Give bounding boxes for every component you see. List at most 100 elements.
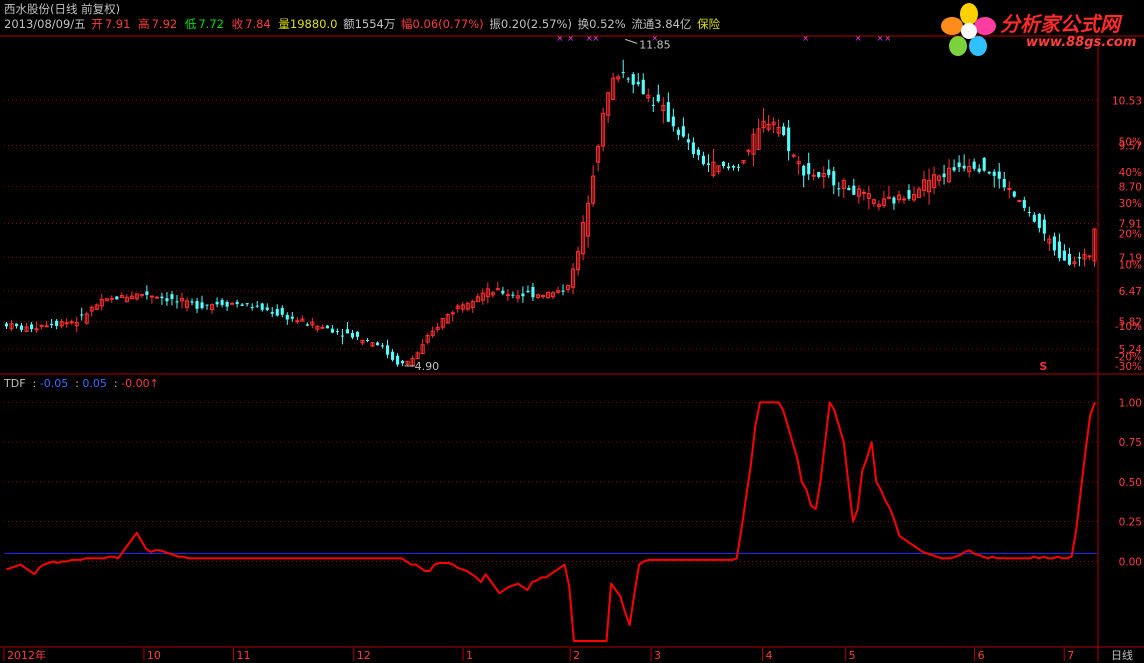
candle-body (4, 323, 9, 327)
candle-body (957, 162, 961, 168)
candle-body (561, 290, 565, 292)
candle-body (1062, 250, 1066, 261)
candle-body (240, 304, 244, 306)
candle-body (982, 157, 986, 171)
flower-icon (941, 3, 996, 56)
candle-body (235, 301, 239, 305)
indicator-value-3: -0.00 (121, 377, 150, 390)
candle-body (255, 305, 259, 307)
candle-body (1037, 214, 1041, 228)
price-tick-label: 10.53 (1112, 95, 1142, 107)
date-axis: 2012年 10 11 12 1 2 3 4 5 6 7 (3, 648, 1074, 661)
candle-body (997, 171, 1001, 179)
logo-url: www.88gs.com (1026, 35, 1137, 50)
percent-tick-label: 10% (1119, 259, 1142, 271)
candle-body (391, 351, 395, 360)
candle-body (837, 188, 841, 190)
candle-body (736, 166, 741, 168)
candle-body (330, 328, 334, 333)
candle-body (681, 126, 685, 137)
chart-stage: 10.539.578.707.917.196.475.825.2450%40%3… (0, 34, 1144, 661)
candle-body (671, 116, 675, 127)
candle-body (44, 325, 49, 328)
candle-body (817, 171, 821, 177)
close-value: 7.84 (245, 17, 271, 31)
percent-tick-label: 30% (1119, 198, 1142, 210)
candle-body (290, 316, 294, 319)
percent-tick-label: -10% (1115, 321, 1142, 333)
candle-body (942, 173, 946, 178)
candle-body (1087, 255, 1092, 258)
candle-body (80, 314, 84, 316)
candle-body (631, 74, 635, 85)
candle-body (285, 314, 289, 320)
site-logo[interactable]: 分析家公式网 www.88gs.com (940, 2, 1144, 58)
candle-body (907, 190, 911, 199)
candle-body (962, 165, 966, 169)
percent-tick-label: 40% (1119, 167, 1142, 179)
candle-body (511, 294, 515, 296)
candle-body (1002, 178, 1006, 188)
candle-body (987, 171, 991, 174)
candle-body (1012, 191, 1016, 197)
candle-body (892, 197, 896, 204)
date-tick-label: 10 (147, 649, 161, 661)
price-tick-label: 6.47 (1119, 286, 1142, 298)
candle-body (621, 72, 625, 74)
candle-body (115, 296, 119, 300)
indicator-value-2: 0.05 (82, 377, 107, 390)
candle-body (706, 163, 710, 166)
candle-body (139, 293, 144, 296)
candle-body (325, 325, 329, 329)
candle-body (861, 191, 866, 194)
candle-body (1077, 257, 1082, 259)
logo-text: 分析家公式网 (1000, 12, 1120, 36)
candle-body (320, 326, 325, 329)
open-label: 开 (91, 17, 103, 31)
ohlc-info-row: 2013/08/09/五 开 7.91 高 7.92 低 7.72 收 7.84 量19… (4, 17, 722, 31)
candle-body (701, 155, 705, 165)
candle-body (802, 165, 806, 176)
candle-body (385, 345, 390, 355)
indicator-value-1: -0.05 (39, 377, 69, 390)
candle-body (250, 307, 254, 309)
indicator-tick-label: 0.00 (1119, 556, 1142, 568)
price-grid (4, 99, 1097, 350)
candle-body (901, 198, 907, 201)
candle-body (305, 324, 309, 326)
up-arrow-icon: ↑ (149, 377, 159, 390)
candle-body (531, 286, 535, 298)
candle-body (626, 78, 630, 80)
candle-body (1057, 241, 1061, 259)
candle-body (827, 169, 831, 176)
candle-body (1067, 254, 1071, 265)
candle-body (691, 142, 695, 154)
candle-body (19, 325, 24, 330)
candle-body (651, 104, 655, 106)
candle-body (260, 303, 264, 310)
candle-body (14, 323, 19, 327)
candle-body (280, 307, 284, 315)
price-tick-label: 8.70 (1119, 181, 1142, 193)
candle-body (205, 304, 209, 306)
float-cap-value: 流通3.84亿 (631, 17, 692, 31)
candle-body (666, 102, 670, 122)
indicator-axis: 1.00 0.75 0.50 0.25 0.00 (1119, 397, 1142, 568)
close-label: 收 (231, 17, 244, 31)
candle-body (676, 129, 680, 135)
candle-body (782, 126, 786, 136)
candle-body (1052, 236, 1056, 251)
high-value: 7.92 (151, 17, 178, 31)
candle-body (220, 300, 224, 305)
candle-body (275, 309, 279, 316)
candle-body (149, 295, 154, 298)
candle-body (39, 324, 44, 327)
candle-body (200, 302, 204, 309)
high-label: 高 (138, 17, 150, 31)
price-axis: 10.539.578.707.917.196.475.825.2450%40%3… (1112, 95, 1142, 373)
date-tick-label: 6 (978, 649, 985, 661)
volume-value: 量19880.0 (278, 17, 338, 31)
low-label: 低 (184, 17, 197, 31)
low-value: 7.72 (198, 17, 224, 31)
candle-body (450, 312, 455, 315)
